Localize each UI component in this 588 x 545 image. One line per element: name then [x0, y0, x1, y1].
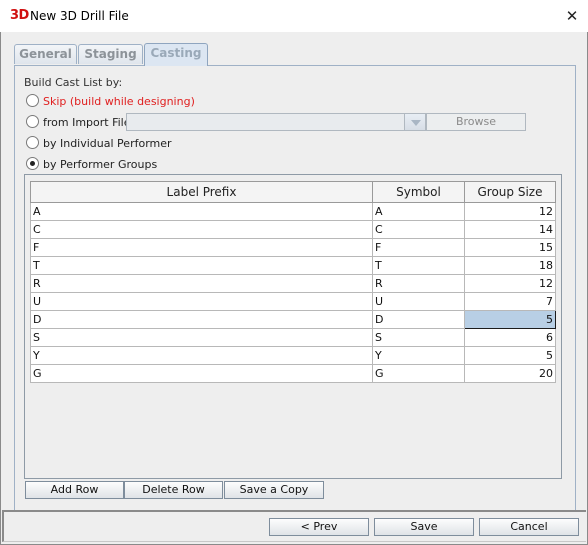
group-size-cell[interactable]: 12: [464, 202, 556, 221]
column-header-symbol[interactable]: Symbol: [372, 181, 465, 203]
table-row[interactable]: S S 6: [30, 328, 556, 347]
label-prefix-cell[interactable]: G: [30, 364, 373, 383]
import-file-radio[interactable]: [26, 115, 39, 128]
tab-casting[interactable]: Casting: [144, 43, 208, 66]
import-file-option-label[interactable]: from Import File: [43, 116, 131, 129]
label-prefix-cell[interactable]: F: [30, 238, 373, 257]
group-size-cell[interactable]: 5: [464, 346, 556, 365]
cancel-button[interactable]: Cancel: [479, 518, 579, 536]
table-row[interactable]: G G 20: [30, 364, 556, 383]
browse-button[interactable]: Browse: [426, 113, 526, 131]
group-size-cell[interactable]: 14: [464, 220, 556, 239]
skip-radio[interactable]: [26, 94, 39, 107]
performer-groups-table: Label Prefix Symbol Group Size A A 12 C …: [30, 181, 556, 383]
symbol-cell[interactable]: Y: [372, 346, 465, 365]
symbol-cell[interactable]: U: [372, 292, 465, 311]
table-row[interactable]: R R 12: [30, 274, 556, 293]
table-row[interactable]: A A 12: [30, 202, 556, 221]
symbol-cell[interactable]: A: [372, 202, 465, 221]
table-row[interactable]: Y Y 5: [30, 346, 556, 365]
group-size-cell[interactable]: 18: [464, 256, 556, 275]
symbol-cell[interactable]: C: [372, 220, 465, 239]
label-prefix-cell[interactable]: T: [30, 256, 373, 275]
individual-performer-radio[interactable]: [26, 136, 39, 149]
table-row[interactable]: T T 18: [30, 256, 556, 275]
label-prefix-cell[interactable]: C: [30, 220, 373, 239]
import-file-combo[interactable]: [126, 113, 426, 131]
close-icon[interactable]: ✕: [560, 4, 584, 28]
symbol-cell[interactable]: S: [372, 328, 465, 347]
label-prefix-cell[interactable]: D: [30, 310, 373, 329]
group-size-cell[interactable]: 15: [464, 238, 556, 257]
group-size-cell[interactable]: 7: [464, 292, 556, 311]
tab-staging[interactable]: Staging: [78, 44, 143, 64]
symbol-cell[interactable]: R: [372, 274, 465, 293]
table-row[interactable]: D D 5: [30, 310, 556, 329]
table-header-row: Label Prefix Symbol Group Size: [30, 181, 556, 203]
add-row-button[interactable]: Add Row: [25, 481, 124, 499]
column-header-group-size[interactable]: Group Size: [464, 181, 556, 203]
prev-button[interactable]: < Prev: [269, 518, 369, 536]
group-size-cell[interactable]: 20: [464, 364, 556, 383]
label-prefix-cell[interactable]: S: [30, 328, 373, 347]
performer-groups-radio[interactable]: [26, 157, 39, 170]
group-size-cell-selected[interactable]: 5: [464, 310, 556, 329]
table-row[interactable]: C C 14: [30, 220, 556, 239]
skip-option-label[interactable]: Skip (build while designing): [43, 95, 195, 108]
group-size-cell[interactable]: 12: [464, 274, 556, 293]
chevron-down-icon[interactable]: [404, 113, 426, 131]
label-prefix-cell[interactable]: R: [30, 274, 373, 293]
symbol-cell[interactable]: D: [372, 310, 465, 329]
label-prefix-cell[interactable]: A: [30, 202, 373, 221]
column-header-label-prefix[interactable]: Label Prefix: [30, 181, 373, 203]
symbol-cell[interactable]: G: [372, 364, 465, 383]
symbol-cell[interactable]: F: [372, 238, 465, 257]
save-button[interactable]: Save: [374, 518, 474, 536]
individual-performer-option-label[interactable]: by Individual Performer: [43, 137, 172, 150]
label-prefix-cell[interactable]: U: [30, 292, 373, 311]
delete-row-button[interactable]: Delete Row: [124, 481, 223, 499]
app-logo-icon: 3D: [10, 8, 29, 23]
label-prefix-cell[interactable]: Y: [30, 346, 373, 365]
tab-general[interactable]: General: [14, 44, 77, 64]
save-a-copy-button[interactable]: Save a Copy: [224, 481, 324, 499]
symbol-cell[interactable]: T: [372, 256, 465, 275]
table-row[interactable]: F F 15: [30, 238, 556, 257]
group-size-cell[interactable]: 6: [464, 328, 556, 347]
build-cast-list-label: Build Cast List by:: [24, 76, 123, 89]
table-row[interactable]: U U 7: [30, 292, 556, 311]
performer-groups-option-label[interactable]: by Performer Groups: [43, 158, 157, 171]
window-title: New 3D Drill File: [30, 9, 129, 23]
